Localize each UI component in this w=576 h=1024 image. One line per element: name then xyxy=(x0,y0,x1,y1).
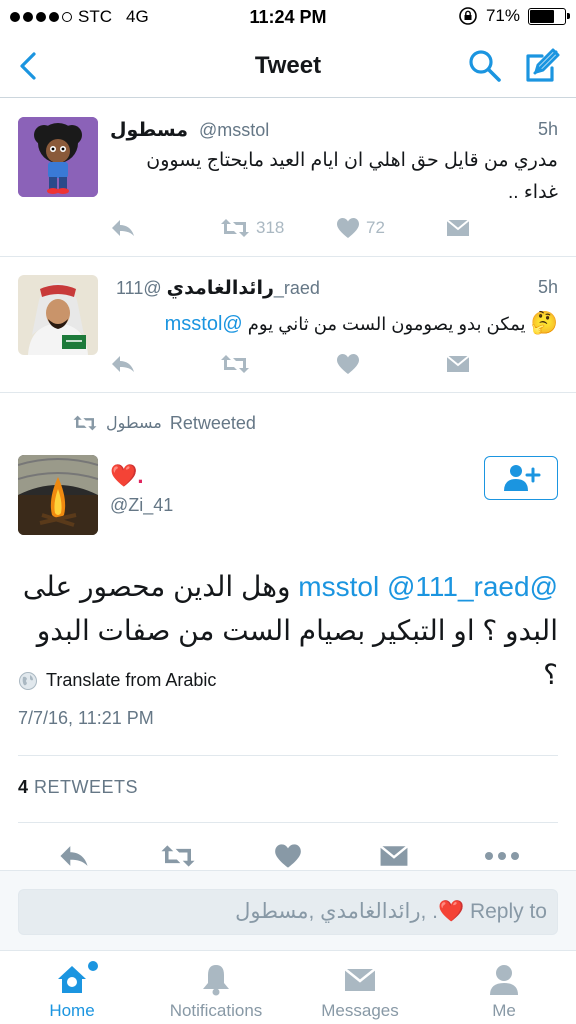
divider xyxy=(18,822,558,823)
retweet-icon xyxy=(161,845,195,867)
retweet-icon xyxy=(221,219,249,237)
tab-label: Messages xyxy=(321,1001,399,1020)
user-name[interactable]: ❤️. xyxy=(110,463,144,489)
follow-button[interactable] xyxy=(484,456,558,500)
campfire-tent-avatar xyxy=(18,455,98,535)
retweet-button[interactable] xyxy=(220,349,250,379)
tab-label: Home xyxy=(49,1001,95,1020)
tweet-header: رائدالغامدي @111_raed 5h xyxy=(110,277,558,303)
direct-message-button[interactable] xyxy=(374,838,414,874)
tweet-text: مدري من قايل حق اهلي ان ايام العيد مايحت… xyxy=(110,145,558,209)
like-button[interactable] xyxy=(268,838,308,874)
tab-label: Notifications xyxy=(169,1001,263,1020)
retweeted-label: Retweeted xyxy=(169,412,256,433)
tweet-text-content: وهل الدين محصور على xyxy=(22,571,291,602)
reply-icon xyxy=(112,356,134,372)
retweets-stat[interactable]: 4 RETWEETS xyxy=(18,777,138,798)
person-icon xyxy=(490,965,518,995)
envelope-icon xyxy=(344,968,376,991)
tweet-text-line: @msstol @111_raed وهل الدين محصور على xyxy=(18,565,558,609)
orientation-lock-icon xyxy=(459,7,477,25)
compose-icon xyxy=(526,48,560,82)
retweet-button[interactable]: 318 xyxy=(220,213,284,243)
tweet-item[interactable]: مسطول @msstol 5h مدري من قايل حق اهلي ان… xyxy=(0,99,576,257)
tab-label: Me xyxy=(492,1001,516,1020)
retweet-count: 318 xyxy=(256,218,285,237)
reply-button[interactable] xyxy=(110,349,136,379)
retweet-button[interactable] xyxy=(158,838,198,874)
user-handle[interactable]: @Zi_41 xyxy=(110,495,173,516)
like-button[interactable] xyxy=(336,349,360,379)
retweeted-by-name[interactable]: مسطول xyxy=(106,413,162,433)
new-content-dot xyxy=(88,961,98,971)
reply-input[interactable]: Reply to ❤️. ,رائدالغامدي ,مسطول xyxy=(18,889,558,935)
add-user-icon xyxy=(504,465,541,491)
search-button[interactable] xyxy=(466,47,504,85)
tab-bar: Home Notifications Messages Me xyxy=(0,950,576,1024)
like-count: 72 xyxy=(366,218,385,237)
reply-icon xyxy=(112,220,134,236)
thinking-emoji: 🤔 xyxy=(530,310,558,335)
avatar[interactable] xyxy=(18,117,98,197)
retweet-icon xyxy=(73,415,97,431)
battery-percent: 71% xyxy=(485,6,520,25)
avatar[interactable] xyxy=(18,455,98,535)
home-icon xyxy=(58,966,86,993)
reply-icon xyxy=(60,846,88,866)
tweet-item[interactable]: رائدالغامدي @111_raed 5h 🤔 يمكن بدو يصوم… xyxy=(0,257,576,393)
reply-button[interactable] xyxy=(110,213,136,243)
more-icon xyxy=(485,852,519,860)
tweet-text-line: مدري من قايل حق اهلي ان ايام العيد مايحت… xyxy=(146,150,558,171)
main-tweet-actions xyxy=(0,838,576,874)
tweet-time: 5h xyxy=(537,119,558,139)
user-handle[interactable]: @msstol xyxy=(199,120,269,140)
direct-message-button[interactable] xyxy=(446,349,470,379)
mention-link[interactable]: @111_raed xyxy=(387,571,530,602)
battery-icon xyxy=(528,7,570,25)
search-icon xyxy=(469,50,501,82)
translate-label: Translate from Arabic xyxy=(46,670,217,690)
envelope-icon xyxy=(446,355,470,372)
retweet-icon xyxy=(221,355,249,373)
compose-button[interactable] xyxy=(522,46,562,86)
tweet-header: مسطول @msstol 5h xyxy=(110,119,558,145)
battery-level xyxy=(530,9,555,23)
retweets-count: 4 xyxy=(18,777,29,797)
like-button[interactable]: 72 xyxy=(336,213,385,243)
tab-messages[interactable]: Messages xyxy=(288,951,432,1024)
cartoon-avatar-image xyxy=(18,117,98,197)
tweet-timestamp: 7/7/16, 11:21 PM xyxy=(18,708,154,728)
translate-link[interactable]: Translate from Arabic xyxy=(18,670,216,691)
envelope-icon xyxy=(446,219,470,236)
tab-home[interactable]: Home xyxy=(0,951,144,1024)
divider xyxy=(18,755,558,756)
reply-bar: Reply to ❤️. ,رائدالغامدي ,مسطول xyxy=(0,870,576,950)
envelope-icon xyxy=(379,845,409,866)
bell-icon xyxy=(203,965,229,996)
tweet-text-line: غداء .. xyxy=(508,182,558,203)
heart-icon xyxy=(275,844,301,868)
tab-me[interactable]: Me xyxy=(432,951,576,1024)
globe-icon xyxy=(19,671,37,690)
tweet-actions: 318 72 xyxy=(110,213,470,243)
mention-link[interactable]: @msstol xyxy=(165,313,243,335)
tab-notifications[interactable]: Notifications xyxy=(144,951,288,1024)
retweets-label: RETWEETS xyxy=(34,777,139,797)
tweet-text: 🤔 يمكن بدو يصومون الست من ثاني يوم @msst… xyxy=(110,307,558,340)
reply-button[interactable] xyxy=(54,838,94,874)
more-options-button[interactable] xyxy=(482,838,522,874)
tweet-actions xyxy=(110,349,470,379)
user-name[interactable]: رائدالغامدي xyxy=(167,278,274,299)
heart-icon xyxy=(337,354,359,374)
user-photo-avatar xyxy=(18,275,98,355)
avatar[interactable] xyxy=(18,275,98,355)
user-name[interactable]: مسطول xyxy=(110,120,188,141)
heart-icon xyxy=(337,218,359,238)
status-bar: STC 4G 11:24 PM 71% xyxy=(0,0,576,34)
retweet-context: مسطول Retweeted xyxy=(72,410,256,436)
direct-message-button[interactable] xyxy=(446,213,470,243)
tweet-time: 5h xyxy=(537,277,558,297)
nav-bar: Tweet xyxy=(0,34,576,98)
tweet-text-content: يمكن بدو يصومون الست من ثاني يوم xyxy=(247,314,526,334)
